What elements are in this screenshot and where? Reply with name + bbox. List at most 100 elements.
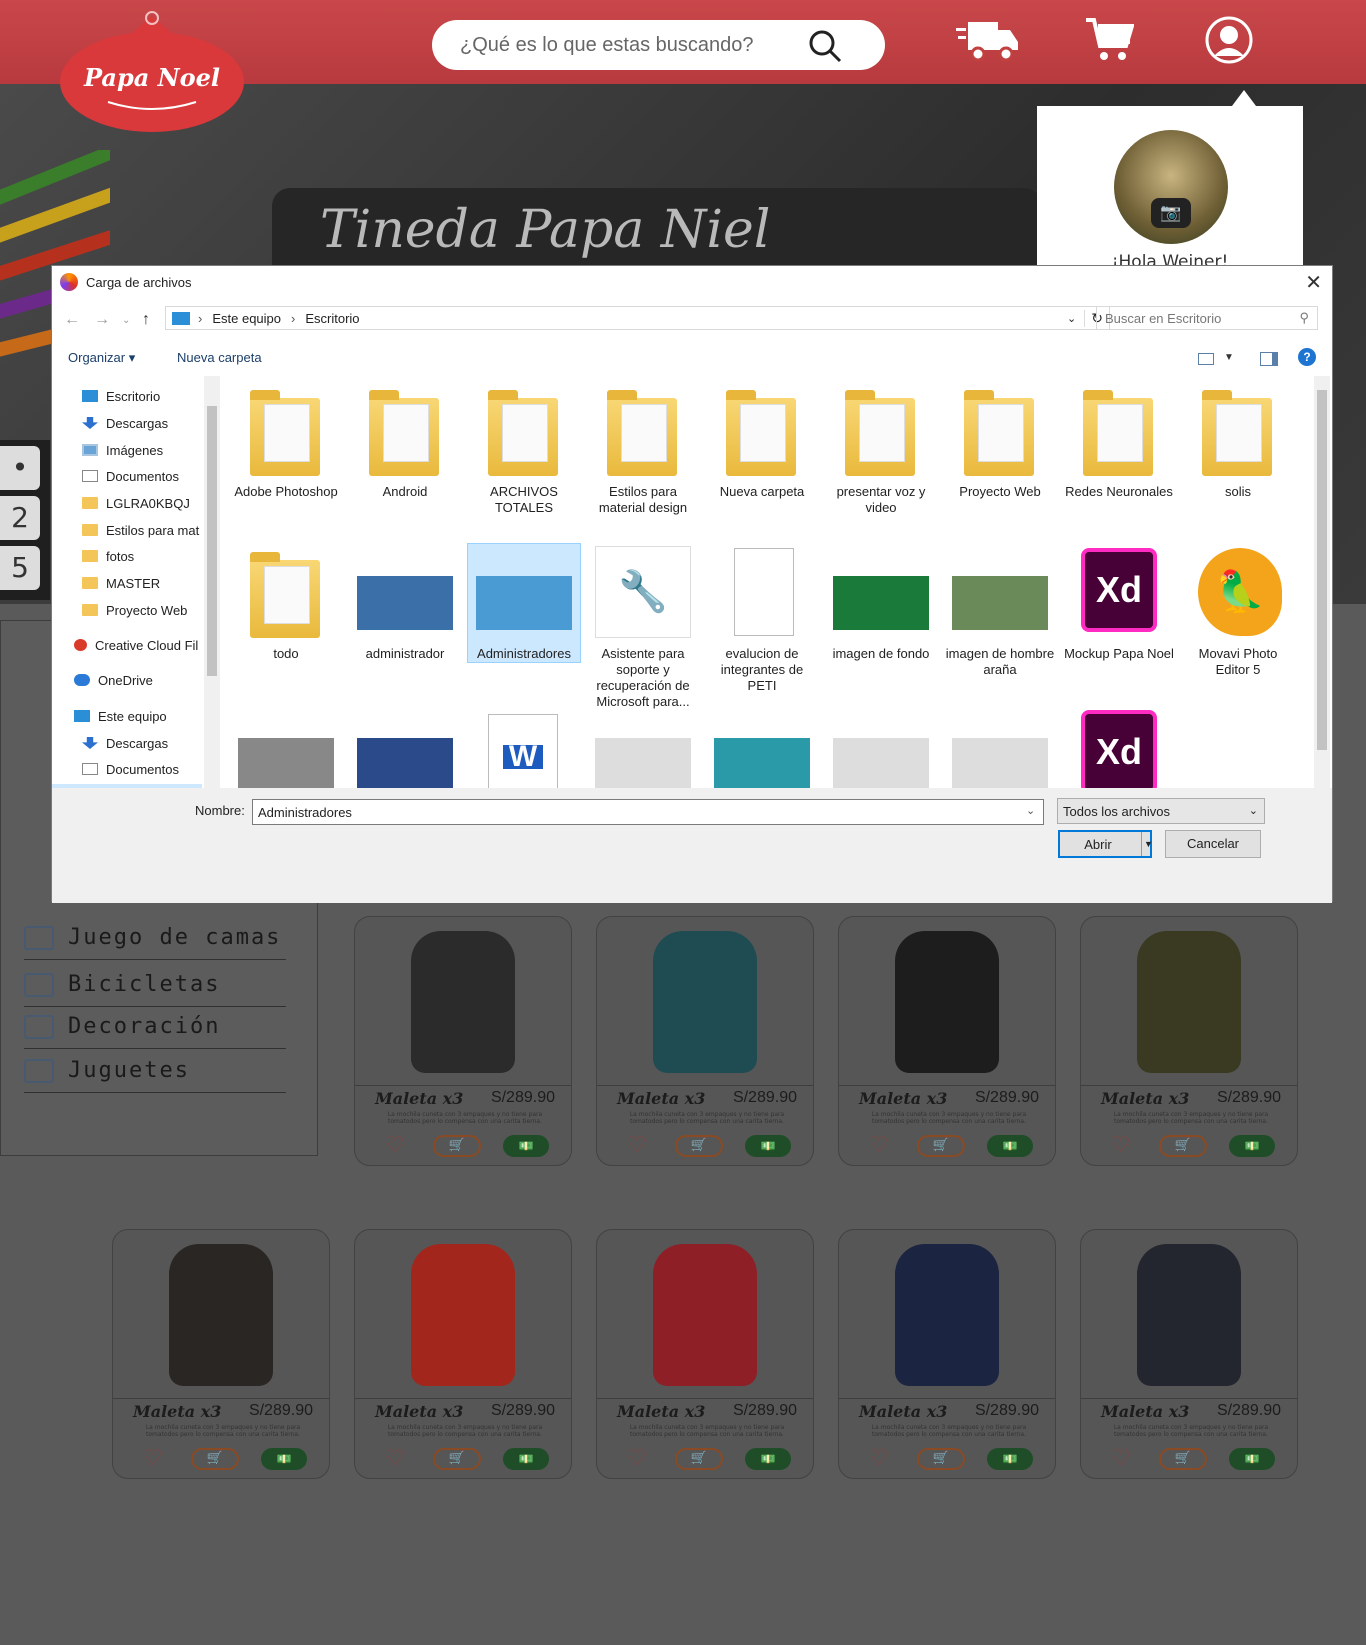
nav-item[interactable]: LGLRA0KBQJ📌	[82, 491, 204, 515]
product-image[interactable]	[895, 1244, 999, 1386]
folder-search-placeholder[interactable]: Buscar en Escritorio	[1105, 311, 1221, 326]
buy-button[interactable]: 💵	[987, 1448, 1033, 1470]
path-segment[interactable]: Este equipo	[212, 311, 281, 326]
product-card[interactable]: Maleta x3 S/289.90 La mochila cuneta con 3…	[596, 1229, 814, 1479]
nav-item[interactable]: MASTER	[82, 571, 204, 595]
preview-pane-icon[interactable]	[1260, 352, 1278, 366]
add-to-cart-button[interactable]: 🛒	[917, 1135, 965, 1157]
open-button-label[interactable]: Abrir	[1084, 837, 1111, 852]
file-item[interactable]	[825, 706, 937, 788]
cart-icon[interactable]	[1084, 14, 1134, 64]
help-icon[interactable]: ?	[1298, 348, 1316, 366]
heart-icon[interactable]: ♡	[869, 1448, 889, 1470]
nav-item[interactable]: OneDrive	[74, 668, 204, 692]
recent-dropdown-icon[interactable]: ⌄	[122, 315, 130, 326]
file-item[interactable]	[349, 706, 461, 788]
delivery-truck-icon[interactable]	[956, 14, 1020, 66]
product-image[interactable]	[653, 1244, 757, 1386]
nav-item[interactable]: Escritorio📌	[82, 384, 204, 408]
brand-logo[interactable]: Papa Noel	[58, 10, 246, 136]
folder-search-input[interactable]: Buscar en Escritorio ⚲	[1096, 306, 1318, 330]
product-card[interactable]: Maleta x3 S/289.90 La mochila cuneta con 3…	[354, 916, 572, 1166]
folder-item[interactable]: ARCHIVOS TOTALES	[468, 382, 580, 516]
file-item[interactable]: 🦜 Movavi Photo Editor 5	[1182, 544, 1294, 678]
camera-icon[interactable]: 📷	[1151, 198, 1191, 228]
file-item[interactable]: Administradores	[467, 543, 581, 663]
add-to-cart-button[interactable]: 🛒	[1159, 1448, 1207, 1470]
search-bar[interactable]: ¿Qué es lo que estas buscando?	[432, 20, 885, 70]
product-image[interactable]	[411, 931, 515, 1073]
product-card[interactable]: Maleta x3 S/289.90 La mochila cuneta con 3…	[596, 916, 814, 1166]
buy-button[interactable]: 💵	[987, 1135, 1033, 1157]
product-card[interactable]: Maleta x3 S/289.90 La mochila cuneta con 3…	[112, 1229, 330, 1479]
nav-item[interactable]: Descargas📌	[82, 411, 204, 435]
search-icon[interactable]	[807, 28, 843, 64]
heart-icon[interactable]: ♡	[627, 1448, 647, 1470]
search-placeholder[interactable]: ¿Qué es lo que estas buscando?	[460, 34, 754, 57]
organize-button[interactable]: Organizar ▾	[68, 350, 135, 366]
folder-item[interactable]: Adobe Photoshop	[230, 382, 342, 500]
product-card[interactable]: Maleta x3 S/289.90 La mochila cuneta con 3…	[1080, 1229, 1298, 1479]
search-icon[interactable]: ⚲	[1299, 310, 1309, 326]
add-to-cart-button[interactable]: 🛒	[675, 1135, 723, 1157]
path-bar[interactable]: › Este equipo › Escritorio ⌄ ↻	[165, 306, 1110, 330]
close-icon[interactable]: ✕	[1305, 270, 1322, 295]
add-to-cart-button[interactable]: 🛒	[433, 1448, 481, 1470]
forward-icon[interactable]: →	[94, 311, 110, 329]
folder-item[interactable]: solis	[1182, 382, 1294, 500]
heart-icon[interactable]: ♡	[143, 1448, 163, 1470]
path-segment[interactable]: Escritorio	[305, 311, 359, 326]
heart-icon[interactable]: ♡	[385, 1448, 405, 1470]
buy-button[interactable]: 💵	[745, 1135, 791, 1157]
product-image[interactable]	[411, 1244, 515, 1386]
add-to-cart-button[interactable]: 🛒	[917, 1448, 965, 1470]
view-dropdown-icon[interactable]: ▼	[1224, 352, 1234, 363]
nav-item[interactable]: Creative Cloud Fil	[74, 633, 204, 657]
sidebar-item-bicycle[interactable]: Bicicletas	[24, 963, 286, 1007]
sidebar-item-toy[interactable]: Juguetes	[24, 1049, 286, 1093]
heart-icon[interactable]: ♡	[1111, 1135, 1131, 1157]
open-button[interactable]: Abrir	[1058, 830, 1152, 858]
file-item[interactable]: administrador	[349, 544, 461, 662]
sidebar-item-decoration[interactable]: Decoración	[24, 1005, 286, 1049]
heart-icon[interactable]: ♡	[869, 1135, 889, 1157]
file-item[interactable]	[706, 706, 818, 788]
heart-icon[interactable]: ♡	[1111, 1448, 1131, 1470]
navigation-scrollbar[interactable]	[204, 376, 220, 788]
buy-button[interactable]: 💵	[1229, 1135, 1275, 1157]
buy-button[interactable]: 💵	[1229, 1448, 1275, 1470]
heart-icon[interactable]: ♡	[385, 1135, 405, 1157]
nav-item[interactable]: Descargas	[82, 731, 204, 755]
nav-item[interactable]: Imágenes📌	[82, 438, 204, 462]
file-item[interactable]: Xd	[1063, 706, 1175, 788]
file-item[interactable]: 🔧 Asistente para soporte y recuperación d…	[587, 544, 699, 710]
cancel-button[interactable]: Cancelar	[1165, 830, 1261, 858]
product-image[interactable]	[653, 931, 757, 1073]
buy-button[interactable]: 💵	[261, 1448, 307, 1470]
folder-item[interactable]: Proyecto Web	[944, 382, 1056, 500]
user-icon[interactable]	[1204, 14, 1254, 66]
file-item[interactable]	[587, 706, 699, 788]
folder-item[interactable]: Android	[349, 382, 461, 500]
nav-item[interactable]: Documentos	[82, 757, 204, 781]
product-image[interactable]	[895, 931, 999, 1073]
file-item[interactable]	[944, 706, 1056, 788]
product-image[interactable]	[1137, 931, 1241, 1073]
path-dropdown-icon[interactable]: ⌄	[1067, 312, 1076, 325]
product-card[interactable]: Maleta x3 S/289.90 La mochila cuneta con 3…	[354, 1229, 572, 1479]
add-to-cart-button[interactable]: 🛒	[675, 1448, 723, 1470]
nav-item[interactable]: Documentos📌	[82, 464, 204, 488]
file-list-scrollbar[interactable]	[1314, 376, 1330, 788]
nav-item[interactable]: Este equipo	[74, 704, 204, 728]
folder-item[interactable]: Nueva carpeta	[706, 382, 818, 500]
file-item[interactable]: imagen de fondo	[825, 544, 937, 662]
filename-input[interactable]: Administradores	[252, 799, 1044, 825]
up-icon[interactable]: ↑	[142, 311, 150, 329]
nav-item[interactable]: Proyecto Web	[82, 598, 204, 622]
back-icon[interactable]: ←	[64, 311, 80, 329]
nav-item[interactable]: fotos	[82, 544, 204, 568]
product-card[interactable]: Maleta x3 S/289.90 La mochila cuneta con 3…	[1080, 916, 1298, 1166]
filetype-value[interactable]: Todos los archivos	[1063, 804, 1170, 819]
buy-button[interactable]: 💵	[503, 1135, 549, 1157]
file-item[interactable]: evalucion de integrantes de PETI	[706, 544, 818, 694]
